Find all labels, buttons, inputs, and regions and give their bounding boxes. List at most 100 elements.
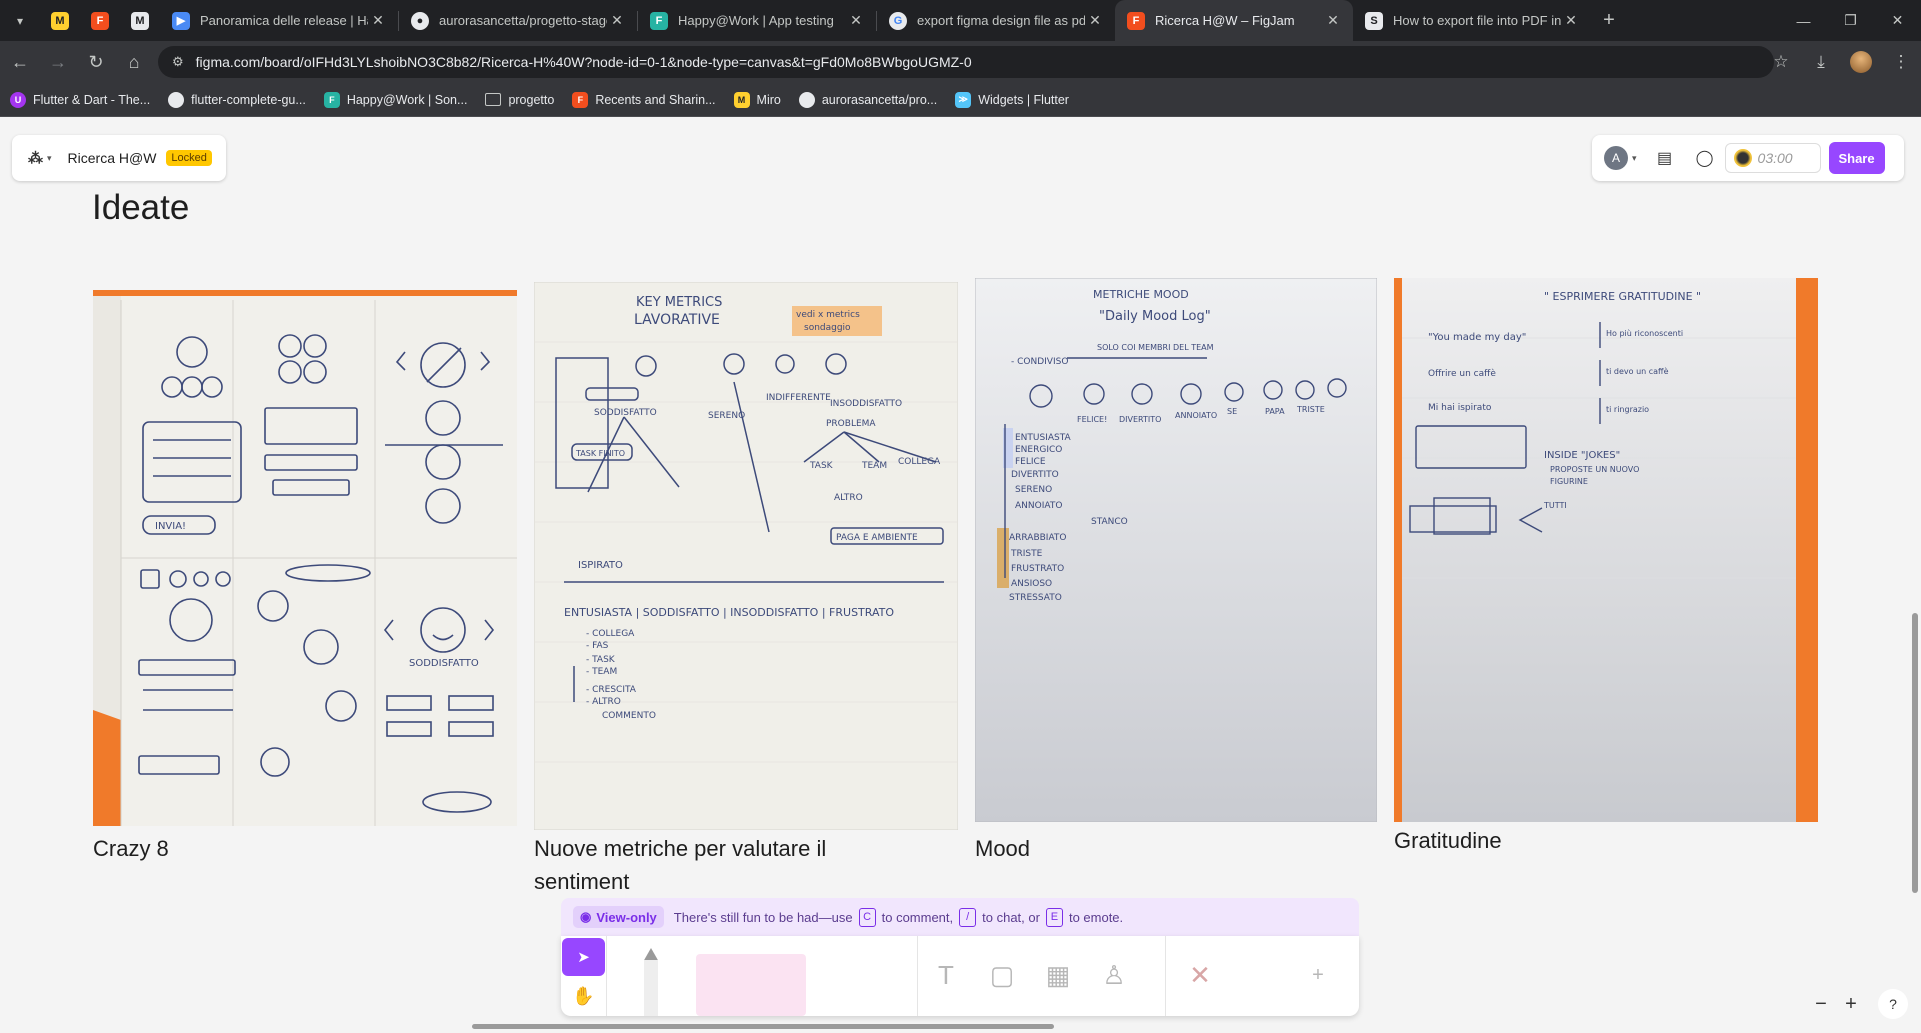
sketch-text: ANNOIATO [1015, 501, 1062, 511]
sketch-text: INDIFFERENTE [766, 393, 831, 403]
comment-icon[interactable]: ◯ [1685, 148, 1725, 168]
pinned-tab-miro[interactable]: M [40, 0, 80, 41]
figma-icon: F [1127, 11, 1145, 30]
tab-title: Panoramica delle release | Happ [200, 13, 368, 28]
sketch-text: FELICE [1015, 457, 1046, 467]
zoom-out-icon[interactable]: − [1806, 989, 1836, 1019]
timer-value: 03:00 [1757, 150, 1793, 166]
github-icon [168, 91, 185, 108]
bookmark-label: aurorasancetta/pro... [821, 92, 938, 107]
chevron-down-icon[interactable]: ▾ [1632, 153, 1637, 164]
pinned-tab-medium[interactable]: M [120, 0, 160, 41]
bookmark-label: progetto [508, 92, 555, 107]
toolbar-divider [1165, 936, 1166, 1016]
bookmark-folder-progetto[interactable]: progetto [485, 93, 554, 107]
bookmark-flutter-widgets[interactable]: ≫ Widgets | Flutter [955, 91, 1069, 108]
tab-search-chevron-icon[interactable]: ▾ [0, 0, 40, 41]
share-button[interactable]: Share [1828, 142, 1885, 174]
move-tool-cursor-icon[interactable]: ➤ [562, 938, 605, 976]
address-bar[interactable]: ⚙ figma.com/board/oIFHd3LYLshoibNO3C8b82… [158, 46, 1774, 78]
sketch-text: ARRABBIATO [1009, 533, 1067, 543]
chevron-down-icon[interactable]: ▾ [47, 153, 52, 164]
bookmark-label: Recents and Sharin... [595, 92, 716, 107]
tab-firebase[interactable]: F Happy@Work | App testing ✕ [638, 0, 876, 41]
tab-play-console[interactable]: ▶ Panoramica delle release | Happ ✕ [160, 0, 398, 41]
bookmark-star-icon[interactable]: ☆ [1761, 52, 1801, 72]
toolbar-divider [917, 936, 918, 1016]
sketch-text: - FAS [586, 641, 609, 651]
card-caption: Mood [975, 836, 1031, 861]
github-icon [798, 91, 815, 108]
sketch-text: METRICHE MOOD [1093, 288, 1189, 301]
tab-figjam-active[interactable]: F Ricerca H@W – FigJam ✕ [1115, 0, 1353, 41]
bookmark-label: Happy@Work | Son... [346, 92, 468, 107]
timer-button[interactable]: 03:00 [1724, 143, 1821, 173]
banner-text: to comment, [881, 909, 954, 925]
close-icon[interactable]: ✕ [607, 12, 627, 29]
sketch-text: DIVERTITO [1011, 470, 1059, 480]
sketch-text: TASK [809, 461, 834, 471]
back-arrow-icon[interactable]: ← [2, 44, 38, 80]
help-icon[interactable]: ? [1878, 989, 1908, 1019]
sketch-photo-mood[interactable]: METRICHE MOOD "Daily Mood Log" SOLO COI … [975, 278, 1377, 822]
sketch-photo-metrics[interactable]: KEY METRICS LAVORATIVE vedi x metrics so… [534, 282, 958, 830]
sketch-text: PAGA E AMBIENTE [836, 533, 918, 543]
document-menu[interactable]: ⁂ ▾ Ricerca H@W Locked [12, 135, 226, 181]
reload-icon[interactable]: ↻ [78, 44, 114, 80]
vertical-scrollbar[interactable] [1912, 613, 1918, 893]
hand-tool-icon[interactable]: ✋ [562, 978, 605, 1014]
layout-panel-icon[interactable]: ▤ [1645, 148, 1685, 168]
sketch-photo-gratitudine[interactable]: " ESPRIMERE GRATITUDINE " "You made my d… [1394, 278, 1818, 822]
bookmark-miro[interactable]: M Miro [733, 91, 781, 108]
bookmark-github-flutter[interactable]: flutter-complete-gu... [168, 91, 306, 108]
sketch-text: ALTRO [834, 493, 863, 503]
zoom-in-icon[interactable]: + [1836, 989, 1866, 1019]
download-icon[interactable]: ⤓ [1801, 52, 1841, 72]
tab-google-search[interactable]: G export figma design file as pdf ✕ [877, 0, 1115, 41]
sketch-text: - TASK [586, 655, 616, 665]
bookmark-label: Miro [756, 92, 781, 107]
bookmark-firebase[interactable]: F Happy@Work | Son... [323, 91, 468, 108]
bookmarks-bar: U Flutter & Dart - The... flutter-complet… [0, 83, 1921, 117]
banner-text: There's still fun to be had—use [673, 909, 853, 925]
view-only-badge: ◉ View-only [573, 906, 664, 928]
sketch-text: FELICE! [1077, 415, 1107, 424]
bookmark-figma-recents[interactable]: F Recents and Sharin... [572, 91, 716, 108]
marker-tool-icon [644, 948, 658, 1016]
site-info-icon[interactable]: ⚙ [172, 54, 184, 70]
profile-avatar[interactable] [1841, 51, 1881, 73]
restore-icon[interactable]: ❐ [1827, 0, 1874, 41]
sketch-text: TRISTE [1296, 405, 1325, 414]
minimize-icon[interactable]: — [1780, 0, 1827, 41]
close-icon[interactable]: ✕ [846, 12, 866, 29]
horizontal-scrollbar[interactable] [472, 1024, 1054, 1029]
figjam-canvas[interactable]: ⁂ ▾ Ricerca H@W Locked A ▾ ▤ ◯ 03:00 Sha… [0, 118, 1921, 1033]
new-tab-plus-icon[interactable]: + [1591, 9, 1627, 32]
close-icon[interactable]: ✕ [1085, 12, 1105, 29]
figma-menu-icon[interactable]: ⁂ [28, 149, 43, 167]
gratitudine-sketch: " ESPRIMERE GRATITUDINE " "You made my d… [1394, 278, 1818, 822]
forward-arrow-icon[interactable]: → [40, 44, 76, 80]
browser-menu-icon[interactable]: ⋮ [1881, 52, 1921, 72]
window-controls: — ❐ ✕ [1780, 0, 1921, 41]
close-icon[interactable]: ✕ [368, 12, 388, 29]
more-plus-icon: + [1312, 963, 1324, 986]
tab-github[interactable]: ● aurorasancetta/progetto-stage ✕ [399, 0, 637, 41]
eye-icon: ◉ [580, 909, 592, 924]
document-title[interactable]: Ricerca H@W [68, 150, 157, 166]
avatar[interactable]: A [1604, 146, 1628, 170]
card-caption: Nuove metriche per valutare il sentiment [534, 836, 827, 894]
sketch-text: SERENO [708, 411, 745, 421]
close-icon[interactable]: ✕ [1561, 12, 1581, 29]
flutter-icon: ≫ [955, 91, 972, 108]
close-window-icon[interactable]: ✕ [1874, 0, 1921, 41]
sketch-text: PROPOSTE UN NUOVO [1550, 465, 1639, 474]
bookmark-udemy[interactable]: U Flutter & Dart - The... [10, 91, 150, 108]
sketch-photo-crazy8[interactable]: INVIA! SODDISFATTO [93, 290, 517, 826]
home-icon[interactable]: ⌂ [116, 44, 152, 80]
sketch-text: DIVERTITO [1119, 415, 1161, 424]
pinned-tab-figma[interactable]: F [80, 0, 120, 41]
close-icon[interactable]: ✕ [1323, 12, 1343, 29]
tab-stackexchange[interactable]: S How to export file into PDF in F ✕ [1353, 0, 1591, 41]
bookmark-github-progetto[interactable]: aurorasancetta/pro... [798, 91, 938, 108]
